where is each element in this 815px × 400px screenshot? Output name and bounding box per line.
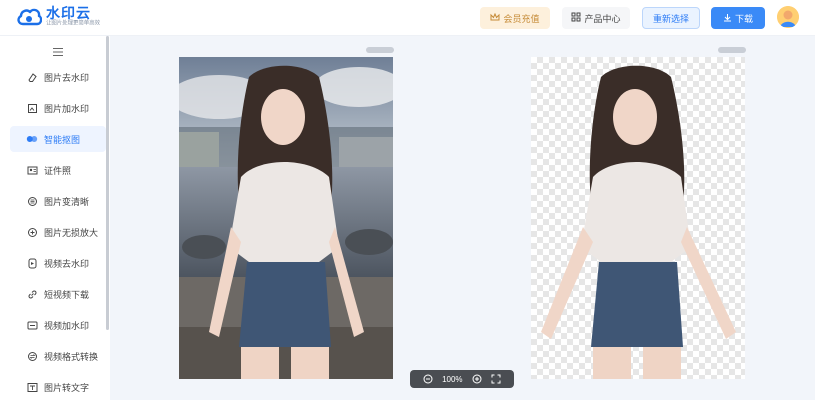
video-watermark-icon: [26, 319, 38, 331]
product-center-label: 产品中心: [584, 13, 621, 24]
sidebar-item-label: 图片加水印: [44, 103, 90, 114]
sidebar-item-image-to-text[interactable]: 图片转文字: [10, 374, 106, 400]
eraser-icon: [26, 71, 38, 83]
sidebar-item-short-video-download[interactable]: 短视频下载: [10, 281, 106, 307]
sidebar-item-label: 智能抠图: [44, 134, 81, 145]
sidebar-item-label: 图片转文字: [44, 382, 90, 393]
original-image[interactable]: [179, 57, 393, 379]
convert-icon: [26, 350, 38, 362]
zoom-out-icon[interactable]: [423, 374, 433, 384]
sidebar-item-label: 视频去水印: [44, 258, 90, 269]
vip-recharge-label: 会员充值: [503, 13, 540, 24]
app-slogan: 让图片处理更简单高效: [46, 20, 101, 27]
sidebar-item-label: 图片无损放大: [44, 227, 99, 238]
original-panel-handle: [366, 47, 394, 53]
reselect-button[interactable]: 重新选择: [642, 7, 700, 29]
fit-screen-icon[interactable]: [491, 374, 501, 384]
result-panel-handle: [718, 47, 746, 53]
sidebar-item-image-upscale[interactable]: 图片无损放大: [10, 219, 106, 245]
sidebar-item-id-photo[interactable]: 证件照: [10, 157, 106, 183]
sidebar-item-image-clarity[interactable]: 图片变清晰: [10, 188, 106, 214]
app-name: 水印云: [46, 5, 91, 21]
grid-icon: [571, 12, 581, 24]
app-logo[interactable]: 水印云 让图片处理更简单高效: [16, 6, 106, 29]
sidebar-scrollbar[interactable]: [106, 36, 109, 330]
sidebar-item-image-watermark-add[interactable]: 图片加水印: [10, 95, 106, 121]
download-icon: [723, 13, 732, 24]
zoom-level: 100%: [442, 374, 463, 384]
top-header: 水印云 让图片处理更简单高效 会员充值 产品中心 重新选择 下载: [0, 0, 815, 36]
link-icon: [26, 288, 38, 300]
cloud-logo-icon: [16, 7, 43, 29]
sidebar-item-label: 图片变清晰: [44, 196, 90, 207]
download-label: 下载: [734, 13, 753, 24]
sidebar-item-image-watermark-remove[interactable]: 图片去水印: [10, 64, 106, 90]
sidebar-item-smart-cutout[interactable]: 智能抠图: [10, 126, 106, 152]
download-button[interactable]: 下载: [711, 7, 765, 29]
sidebar-item-label: 短视频下载: [44, 289, 90, 300]
sidebar-item-video-format-convert[interactable]: 视频格式转换: [10, 343, 106, 369]
id-photo-icon: [26, 164, 38, 176]
menu-collapse-icon[interactable]: [52, 44, 66, 56]
sidebar-item-label: 图片去水印: [44, 72, 90, 83]
clarity-icon: [26, 195, 38, 207]
image-edit-icon: [26, 102, 38, 114]
sidebar-item-label: 视频加水印: [44, 320, 90, 331]
workspace: 100%: [110, 36, 815, 400]
vip-recharge-button[interactable]: 会员充值: [480, 7, 550, 29]
zoom-toolbar: 100%: [410, 370, 514, 388]
zoom-in-icon[interactable]: [472, 374, 482, 384]
ocr-icon: [26, 381, 38, 393]
sidebar-item-video-watermark-remove[interactable]: 视频去水印: [10, 250, 106, 276]
sidebar-item-label: 证件照: [44, 165, 72, 176]
sidebar-item-video-watermark-add[interactable]: 视频加水印: [10, 312, 106, 338]
upscale-icon: [26, 226, 38, 238]
sidebar: 图片去水印 图片加水印 智能抠图 证件照 图片变清晰 图片无损放大 视频去水印 …: [0, 36, 110, 400]
product-center-button[interactable]: 产品中心: [562, 7, 630, 29]
cutout-result-image[interactable]: [531, 57, 745, 379]
video-eraser-icon: [26, 257, 38, 269]
sidebar-item-label: 视频格式转换: [44, 351, 99, 362]
user-avatar[interactable]: [777, 6, 799, 28]
reselect-label: 重新选择: [652, 13, 689, 24]
cutout-icon: [26, 133, 38, 145]
crown-icon: [490, 12, 500, 23]
